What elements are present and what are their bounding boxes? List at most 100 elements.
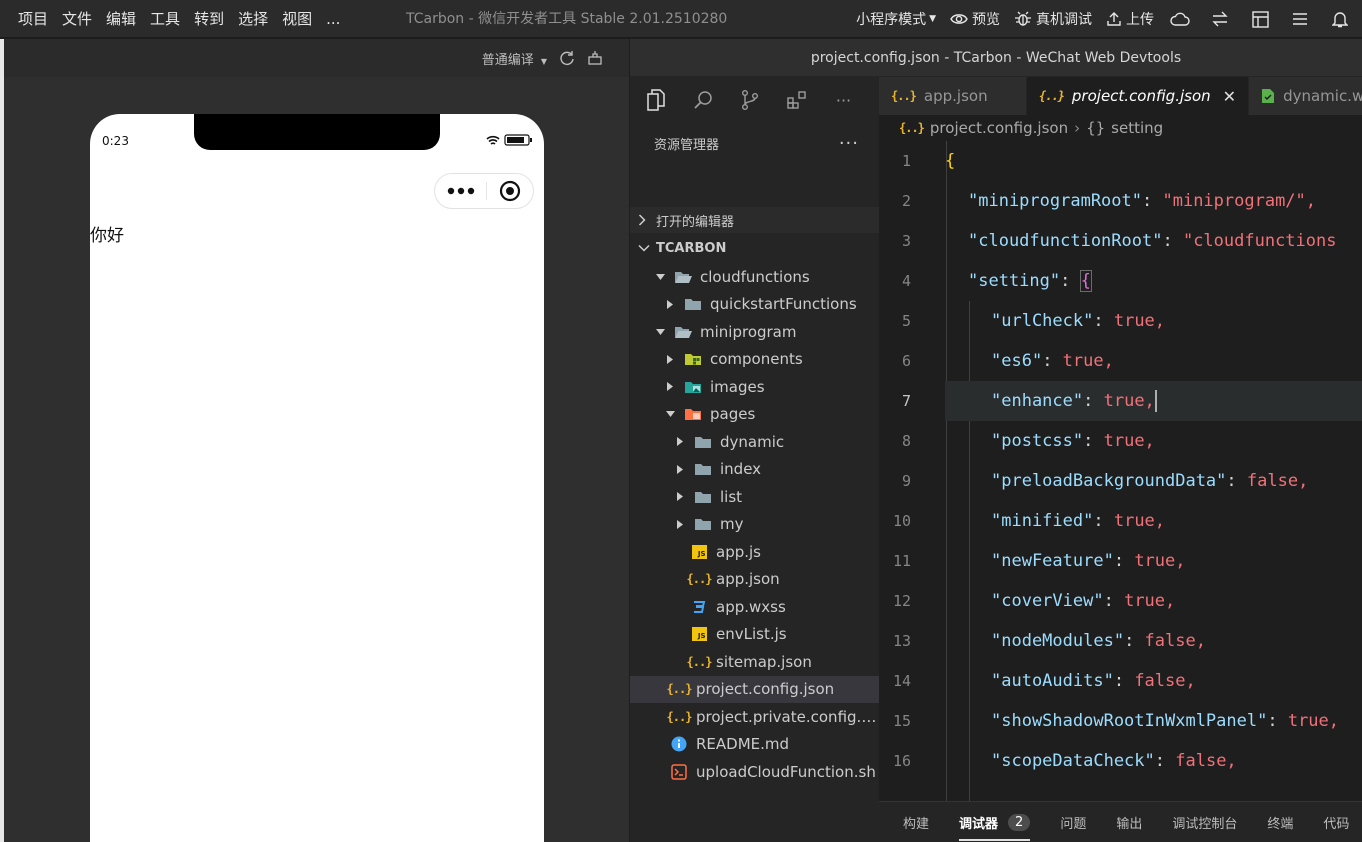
code-line[interactable]: 14 "autoAudits": false, [879,661,1362,701]
tree-item[interactable]: quickstartFunctions [630,291,879,318]
upload-icon [1107,12,1121,26]
code-line[interactable]: 12 "coverView": true, [879,581,1362,621]
bottom-tab[interactable]: 终端 [1267,802,1293,842]
tree-item[interactable]: {..} project.config.json [630,675,879,703]
refresh-button[interactable] [559,50,575,66]
tree-item[interactable]: {..} sitemap.json [630,648,879,675]
json-value: true, [1062,351,1114,371]
tree-item[interactable]: index [630,456,879,483]
tree-item[interactable]: my [630,511,879,538]
line-number: 1 [901,152,911,170]
upload-button[interactable]: 上传 [1106,0,1154,38]
code-line[interactable]: 10 "minified": true, [879,501,1362,541]
tree-item[interactable]: {..} app.json [630,566,879,593]
line-number: 13 [892,632,911,650]
menu-button[interactable] [1288,0,1312,38]
json-key: "coverView" [991,591,1104,611]
capsule-divider [486,182,488,200]
version-button[interactable] [1208,0,1232,38]
tree-item[interactable]: cloudfunctions [630,263,879,290]
tree-item[interactable]: components [630,346,879,373]
tree-item[interactable]: list [630,483,879,510]
code-area[interactable]: 1{2 "miniprogramRoot": "miniprogram/", 3 "c… [879,141,1362,801]
tree-item[interactable]: app.wxss [630,593,879,620]
close-icon[interactable]: ✕ [1223,87,1236,106]
bottom-tab[interactable]: 调试控制台 [1172,802,1237,842]
search-view-button[interactable] [691,88,714,112]
breadcrumb-file[interactable]: project.config.json [930,119,1068,137]
menu-select[interactable]: 选择 [238,8,268,29]
tree-item[interactable]: JS envList.js [630,621,879,648]
menu-more[interactable]: ... [326,10,340,28]
code-line[interactable]: 13 "nodeModules": false, [879,621,1362,661]
code-line[interactable]: 5 "urlCheck": true, [879,301,1362,341]
code-line[interactable]: 9 "preloadBackgroundData": false, [879,461,1362,501]
code-line[interactable]: 1{ [879,141,1362,181]
code-line[interactable]: 8 "postcss": true, [879,421,1362,461]
close-target-icon[interactable] [499,180,521,202]
tree-item[interactable]: README.md [630,731,879,758]
extensions-button[interactable] [785,88,808,112]
preview-button[interactable]: 预览 [950,0,1000,38]
line-number: 2 [901,192,911,210]
bottom-tab[interactable]: 问题 [1060,802,1086,842]
caret-down-icon [654,271,666,283]
code-line[interactable]: 3 "cloudfunctionRoot": "cloudfunctions [879,221,1362,261]
tree-item[interactable]: {..} project.private.config.js... [630,703,879,730]
menu-edit[interactable]: 编辑 [106,8,136,29]
mode-selector[interactable]: 小程序模式 ▼ [856,0,936,38]
code-line[interactable]: 11 "newFeature": true, [879,541,1362,581]
breadcrumb-symbol[interactable]: setting [1111,119,1163,137]
code-text: "urlCheck": true, [991,311,1166,331]
tree-item[interactable]: miniprogram [630,318,879,345]
code-line[interactable]: 4 "setting": { [879,261,1362,301]
tree-item[interactable]: JS app.js [630,538,879,565]
bottom-tab[interactable]: 输出 [1116,802,1142,842]
tab-project-config-json[interactable]: {..} project.config.json ✕ [1027,77,1250,115]
wxml-file-icon [1261,88,1275,104]
menu-project[interactable]: 项目 [18,8,48,29]
json-key: "miniprogramRoot" [968,191,1142,211]
bottom-tab-label: 输出 [1116,816,1143,832]
more-dots-icon[interactable] [447,187,475,195]
cloud-button[interactable] [1168,0,1192,38]
open-editors-section[interactable]: 打开的编辑器 [630,207,879,233]
status-time: 0:23 [102,134,129,148]
tree-item[interactable]: pages [630,401,879,428]
code-line[interactable]: 2 "miniprogramRoot": "miniprogram/", [879,181,1362,221]
source-control-button[interactable] [738,88,761,112]
code-line[interactable]: 15 "showShadowRootInWxmlPanel": true, [879,701,1362,741]
menu-view[interactable]: 视图 [282,8,312,29]
menu-file[interactable]: 文件 [62,8,92,29]
line-number: 3 [901,232,911,250]
broom-icon [588,51,602,65]
json-value: false, [1144,631,1206,651]
layout-button[interactable] [1248,0,1272,38]
bottom-tab[interactable]: 调试器 2 [959,802,1031,842]
code-line[interactable]: 6 "es6": true, [879,341,1362,381]
bottom-tab[interactable]: 代码 [1323,802,1349,842]
menu-tools[interactable]: 工具 [150,8,180,29]
tab-app-json[interactable]: {..} app.json [879,77,1027,115]
more-views-button[interactable]: ··· [832,88,855,112]
tab-dynamic-wxml[interactable]: dynamic.wxml [1249,77,1362,115]
simulator-panel: 普通编译 ▼ 0:23 你好 [4,39,629,842]
menu-goto[interactable]: 转到 [194,8,224,29]
clear-cache-button[interactable] [587,50,603,66]
json-value: { [945,151,956,171]
tree-item[interactable]: uploadCloudFunction.sh [630,758,879,785]
phone-simulator[interactable]: 0:23 你好 [90,114,544,842]
code-line[interactable]: 7 "enhance": true, [879,381,1362,421]
css-file-icon [690,599,708,615]
tree-item[interactable]: images [630,373,879,400]
explorer-view-button[interactable] [644,88,667,112]
notifications-button[interactable] [1328,0,1352,38]
compile-mode-select[interactable]: 普通编译 ▼ [482,49,547,68]
project-section[interactable]: TCARBON [630,235,879,261]
explorer-more-icon[interactable]: ··· [839,133,859,154]
real-device-debug-button[interactable]: 真机调试 [1014,0,1092,38]
bottom-tab[interactable]: 构建 [903,802,929,842]
tree-item[interactable]: dynamic [630,428,879,455]
code-text: "showShadowRootInWxmlPanel": true, [991,711,1340,731]
code-line[interactable]: 16 "scopeDataCheck": false, [879,741,1362,781]
